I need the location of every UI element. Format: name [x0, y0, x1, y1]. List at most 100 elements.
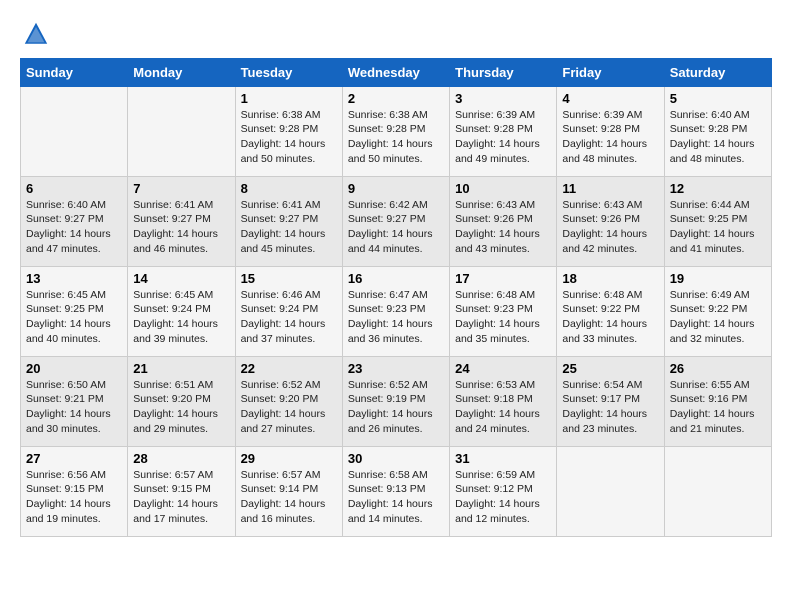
calendar-cell: 6 Sunrise: 6:40 AM Sunset: 9:27 PM Daylig…	[21, 176, 128, 266]
calendar-cell: 4 Sunrise: 6:39 AM Sunset: 9:28 PM Daylig…	[557, 86, 664, 176]
day-info: Sunrise: 6:40 AM Sunset: 9:28 PM Dayligh…	[670, 108, 766, 167]
day-info: Sunrise: 6:57 AM Sunset: 9:15 PM Dayligh…	[133, 468, 229, 527]
day-info: Sunrise: 6:39 AM Sunset: 9:28 PM Dayligh…	[562, 108, 658, 167]
calendar-cell: 17 Sunrise: 6:48 AM Sunset: 9:23 PM Dayli…	[450, 266, 557, 356]
day-number: 2	[348, 91, 444, 106]
calendar-cell: 24 Sunrise: 6:53 AM Sunset: 9:18 PM Dayli…	[450, 356, 557, 446]
day-number: 6	[26, 181, 122, 196]
calendar-week-5: 27 Sunrise: 6:56 AM Sunset: 9:15 PM Dayli…	[21, 446, 772, 536]
day-number: 24	[455, 361, 551, 376]
day-number: 15	[241, 271, 337, 286]
calendar-cell: 31 Sunrise: 6:59 AM Sunset: 9:12 PM Dayli…	[450, 446, 557, 536]
calendar-cell: 21 Sunrise: 6:51 AM Sunset: 9:20 PM Dayli…	[128, 356, 235, 446]
calendar-week-2: 6 Sunrise: 6:40 AM Sunset: 9:27 PM Daylig…	[21, 176, 772, 266]
day-info: Sunrise: 6:41 AM Sunset: 9:27 PM Dayligh…	[241, 198, 337, 257]
day-number: 16	[348, 271, 444, 286]
day-info: Sunrise: 6:45 AM Sunset: 9:24 PM Dayligh…	[133, 288, 229, 347]
day-number: 23	[348, 361, 444, 376]
day-number: 12	[670, 181, 766, 196]
calendar-cell: 26 Sunrise: 6:55 AM Sunset: 9:16 PM Dayli…	[664, 356, 771, 446]
day-info: Sunrise: 6:55 AM Sunset: 9:16 PM Dayligh…	[670, 378, 766, 437]
calendar-cell: 22 Sunrise: 6:52 AM Sunset: 9:20 PM Dayli…	[235, 356, 342, 446]
day-info: Sunrise: 6:43 AM Sunset: 9:26 PM Dayligh…	[455, 198, 551, 257]
day-number: 1	[241, 91, 337, 106]
calendar-cell: 16 Sunrise: 6:47 AM Sunset: 9:23 PM Dayli…	[342, 266, 449, 356]
calendar-cell: 19 Sunrise: 6:49 AM Sunset: 9:22 PM Dayli…	[664, 266, 771, 356]
day-number: 9	[348, 181, 444, 196]
day-info: Sunrise: 6:52 AM Sunset: 9:20 PM Dayligh…	[241, 378, 337, 437]
day-number: 7	[133, 181, 229, 196]
day-info: Sunrise: 6:52 AM Sunset: 9:19 PM Dayligh…	[348, 378, 444, 437]
day-info: Sunrise: 6:43 AM Sunset: 9:26 PM Dayligh…	[562, 198, 658, 257]
calendar-cell: 13Sunrise: 6:45 AM Sunset: 9:25 PM Dayli…	[21, 266, 128, 356]
day-number: 21	[133, 361, 229, 376]
day-number: 13	[26, 271, 122, 286]
calendar-cell: 1 Sunrise: 6:38 AM Sunset: 9:28 PM Daylig…	[235, 86, 342, 176]
day-info: Sunrise: 6:38 AM Sunset: 9:28 PM Dayligh…	[241, 108, 337, 167]
calendar-cell: 14 Sunrise: 6:45 AM Sunset: 9:24 PM Dayli…	[128, 266, 235, 356]
day-info: Sunrise: 6:53 AM Sunset: 9:18 PM Dayligh…	[455, 378, 551, 437]
day-number: 31	[455, 451, 551, 466]
day-info: Sunrise: 6:44 AM Sunset: 9:25 PM Dayligh…	[670, 198, 766, 257]
calendar-cell: 28 Sunrise: 6:57 AM Sunset: 9:15 PM Dayli…	[128, 446, 235, 536]
day-info: Sunrise: 6:50 AM Sunset: 9:21 PM Dayligh…	[26, 378, 122, 437]
calendar-cell: 7 Sunrise: 6:41 AM Sunset: 9:27 PM Daylig…	[128, 176, 235, 266]
calendar-cell	[21, 86, 128, 176]
column-header-thursday: Thursday	[450, 58, 557, 86]
day-info: Sunrise: 6:39 AM Sunset: 9:28 PM Dayligh…	[455, 108, 551, 167]
calendar-cell	[128, 86, 235, 176]
calendar-cell: 10 Sunrise: 6:43 AM Sunset: 9:26 PM Dayli…	[450, 176, 557, 266]
day-info: Sunrise: 6:46 AM Sunset: 9:24 PM Dayligh…	[241, 288, 337, 347]
column-header-friday: Friday	[557, 58, 664, 86]
calendar-week-1: 1 Sunrise: 6:38 AM Sunset: 9:28 PM Daylig…	[21, 86, 772, 176]
day-info: Sunrise: 6:57 AM Sunset: 9:14 PM Dayligh…	[241, 468, 337, 527]
logo	[20, 20, 52, 48]
day-number: 25	[562, 361, 658, 376]
day-number: 5	[670, 91, 766, 106]
day-number: 14	[133, 271, 229, 286]
calendar-cell: 29 Sunrise: 6:57 AM Sunset: 9:14 PM Dayli…	[235, 446, 342, 536]
calendar-cell: 30 Sunrise: 6:58 AM Sunset: 9:13 PM Dayli…	[342, 446, 449, 536]
day-number: 28	[133, 451, 229, 466]
day-info: Sunrise: 6:38 AM Sunset: 9:28 PM Dayligh…	[348, 108, 444, 167]
day-number: 27	[26, 451, 122, 466]
day-info: Sunrise: 6:40 AM Sunset: 9:27 PM Dayligh…	[26, 198, 122, 257]
calendar-table: SundayMondayTuesdayWednesdayThursdayFrid…	[20, 58, 772, 537]
day-info: Sunrise: 6:51 AM Sunset: 9:20 PM Dayligh…	[133, 378, 229, 437]
day-number: 20	[26, 361, 122, 376]
day-info: Sunrise: 6:58 AM Sunset: 9:13 PM Dayligh…	[348, 468, 444, 527]
logo-text	[20, 20, 52, 48]
day-number: 8	[241, 181, 337, 196]
calendar-cell: 5 Sunrise: 6:40 AM Sunset: 9:28 PM Daylig…	[664, 86, 771, 176]
day-info: Sunrise: 6:47 AM Sunset: 9:23 PM Dayligh…	[348, 288, 444, 347]
day-info: Sunrise: 6:56 AM Sunset: 9:15 PM Dayligh…	[26, 468, 122, 527]
day-number: 3	[455, 91, 551, 106]
calendar-cell: 12 Sunrise: 6:44 AM Sunset: 9:25 PM Dayli…	[664, 176, 771, 266]
day-info: Sunrise: 6:48 AM Sunset: 9:23 PM Dayligh…	[455, 288, 551, 347]
day-number: 26	[670, 361, 766, 376]
day-info: Sunrise: 6:42 AM Sunset: 9:27 PM Dayligh…	[348, 198, 444, 257]
calendar-cell: 23 Sunrise: 6:52 AM Sunset: 9:19 PM Dayli…	[342, 356, 449, 446]
calendar-cell: 20 Sunrise: 6:50 AM Sunset: 9:21 PM Dayli…	[21, 356, 128, 446]
day-number: 4	[562, 91, 658, 106]
calendar-cell: 2 Sunrise: 6:38 AM Sunset: 9:28 PM Daylig…	[342, 86, 449, 176]
column-header-tuesday: Tuesday	[235, 58, 342, 86]
day-info: Sunrise: 6:41 AM Sunset: 9:27 PM Dayligh…	[133, 198, 229, 257]
day-number: 11	[562, 181, 658, 196]
calendar-cell: 15 Sunrise: 6:46 AM Sunset: 9:24 PM Dayli…	[235, 266, 342, 356]
calendar-cell: 3 Sunrise: 6:39 AM Sunset: 9:28 PM Daylig…	[450, 86, 557, 176]
column-header-monday: Monday	[128, 58, 235, 86]
day-number: 17	[455, 271, 551, 286]
day-info: Sunrise: 6:59 AM Sunset: 9:12 PM Dayligh…	[455, 468, 551, 527]
day-number: 22	[241, 361, 337, 376]
day-number: 10	[455, 181, 551, 196]
calendar-week-3: 13Sunrise: 6:45 AM Sunset: 9:25 PM Dayli…	[21, 266, 772, 356]
day-info: Sunrise: 6:49 AM Sunset: 9:22 PM Dayligh…	[670, 288, 766, 347]
calendar-cell: 25Sunrise: 6:54 AM Sunset: 9:17 PM Dayli…	[557, 356, 664, 446]
calendar-week-4: 20 Sunrise: 6:50 AM Sunset: 9:21 PM Dayli…	[21, 356, 772, 446]
day-number: 19	[670, 271, 766, 286]
day-number: 29	[241, 451, 337, 466]
day-number: 30	[348, 451, 444, 466]
page-header	[20, 20, 772, 48]
calendar-cell	[664, 446, 771, 536]
